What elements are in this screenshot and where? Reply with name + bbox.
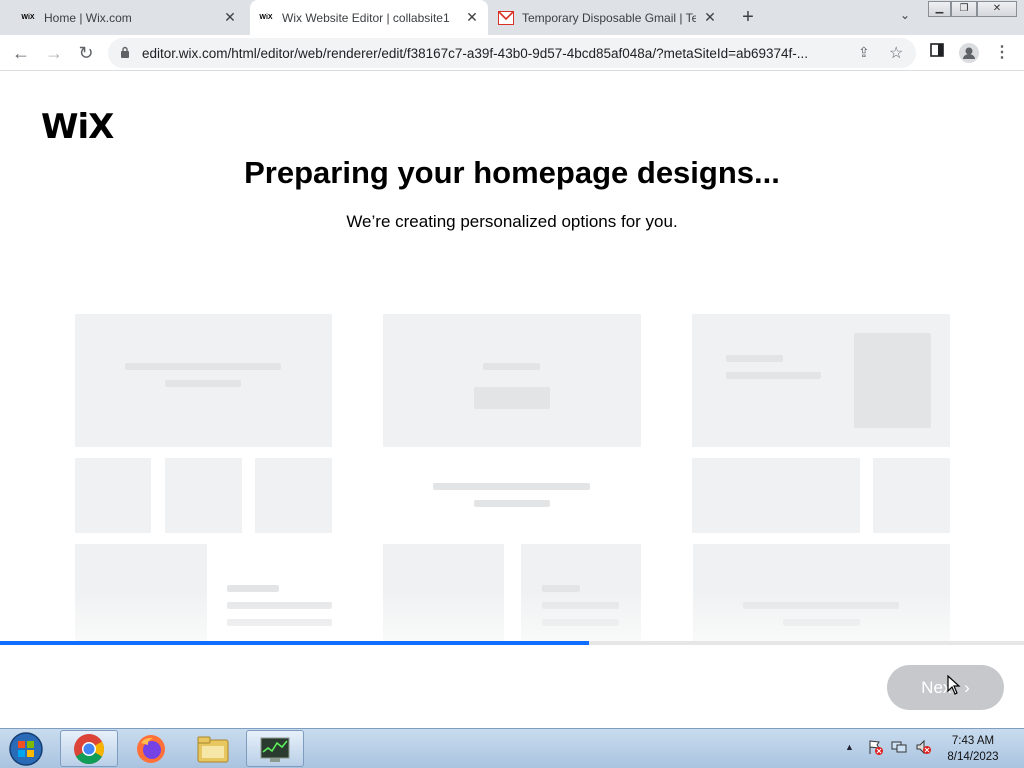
browser-toolbar: ← → ↻ editor.wix.com/html/editor/web/ren… (0, 35, 1024, 71)
next-button[interactable]: Next › (887, 665, 1004, 710)
progress-bar-fill (0, 641, 589, 645)
url-text[interactable]: editor.wix.com/html/editor/web/renderer/… (142, 46, 852, 61)
clock-date: 8/14/2023 (947, 751, 999, 763)
browser-tab-strip: WiX Home | Wix.com ✕ WiX Wix Website Edi… (0, 0, 1024, 35)
restore-window-button[interactable]: ❐ (951, 1, 977, 17)
more-menu-icon[interactable]: ⋮ (992, 43, 1012, 63)
lock-icon (121, 46, 129, 58)
network-icon[interactable] (891, 739, 907, 755)
tab-temp-gmail[interactable]: Temporary Disposable Gmail | Te ✕ (490, 0, 726, 35)
tab-search-chevron-icon[interactable]: ⌄ (895, 8, 915, 26)
share-icon[interactable]: ⇪ (858, 44, 870, 61)
new-tab-button[interactable]: + (737, 6, 759, 28)
tab-wix-editor[interactable]: WiX Wix Website Editor | collabsite1 ✕ (250, 0, 488, 35)
progress-bar (0, 641, 1024, 645)
show-hidden-icons-icon[interactable]: ▲ (845, 742, 854, 752)
close-tab-icon[interactable]: ✕ (702, 9, 718, 25)
chrome-icon[interactable] (60, 730, 118, 767)
wix-logo: WiX (41, 107, 114, 147)
wix-onboarding-page: WiX Preparing your homepage designs... W… (0, 71, 1024, 728)
windows-taskbar: ▲ 7:43 AM 8/14/2023 (0, 728, 1024, 768)
back-arrow-icon[interactable]: ← (9, 41, 33, 65)
close-tab-icon[interactable]: ✕ (464, 9, 480, 25)
page-title: Preparing your homepage designs... (244, 155, 780, 190)
profile-avatar-icon[interactable] (959, 43, 979, 63)
page-subtitle: We’re creating personalized options for … (346, 212, 678, 231)
tab-title: Temporary Disposable Gmail | Te (522, 10, 696, 25)
tab-home-wix[interactable]: WiX Home | Wix.com ✕ (12, 0, 246, 35)
wix-favicon: WiX (21, 14, 35, 21)
action-center-flag-icon[interactable] (867, 739, 883, 755)
wix-favicon: WiX (259, 14, 273, 21)
clock-time: 7:43 AM (951, 735, 995, 747)
forward-arrow-icon[interactable]: → (42, 41, 66, 65)
tab-title: Wix Website Editor | collabsite1 (282, 10, 450, 25)
preview-fade-overlay (0, 591, 1024, 641)
mouse-cursor-icon (947, 675, 961, 695)
file-explorer-icon[interactable] (184, 730, 242, 767)
start-orb-icon[interactable] (6, 731, 46, 767)
chevron-right-icon: › (964, 677, 970, 697)
system-clock[interactable]: 7:43 AM 8/14/2023 (940, 733, 1006, 765)
reload-icon[interactable]: ↻ (74, 41, 98, 65)
tab-title: Home | Wix.com (44, 10, 132, 25)
gmail-icon (498, 10, 514, 26)
side-panel-icon[interactable] (927, 43, 947, 63)
volume-muted-icon[interactable] (915, 739, 931, 755)
close-window-button[interactable]: ✕ (977, 1, 1017, 17)
address-bar[interactable]: editor.wix.com/html/editor/web/renderer/… (108, 38, 916, 68)
firefox-icon[interactable] (122, 730, 180, 767)
minimize-window-button[interactable]: ▁ (928, 1, 951, 17)
close-tab-icon[interactable]: ✕ (222, 9, 238, 25)
task-manager-icon[interactable] (246, 730, 304, 767)
bookmark-star-icon[interactable]: ☆ (889, 43, 903, 63)
